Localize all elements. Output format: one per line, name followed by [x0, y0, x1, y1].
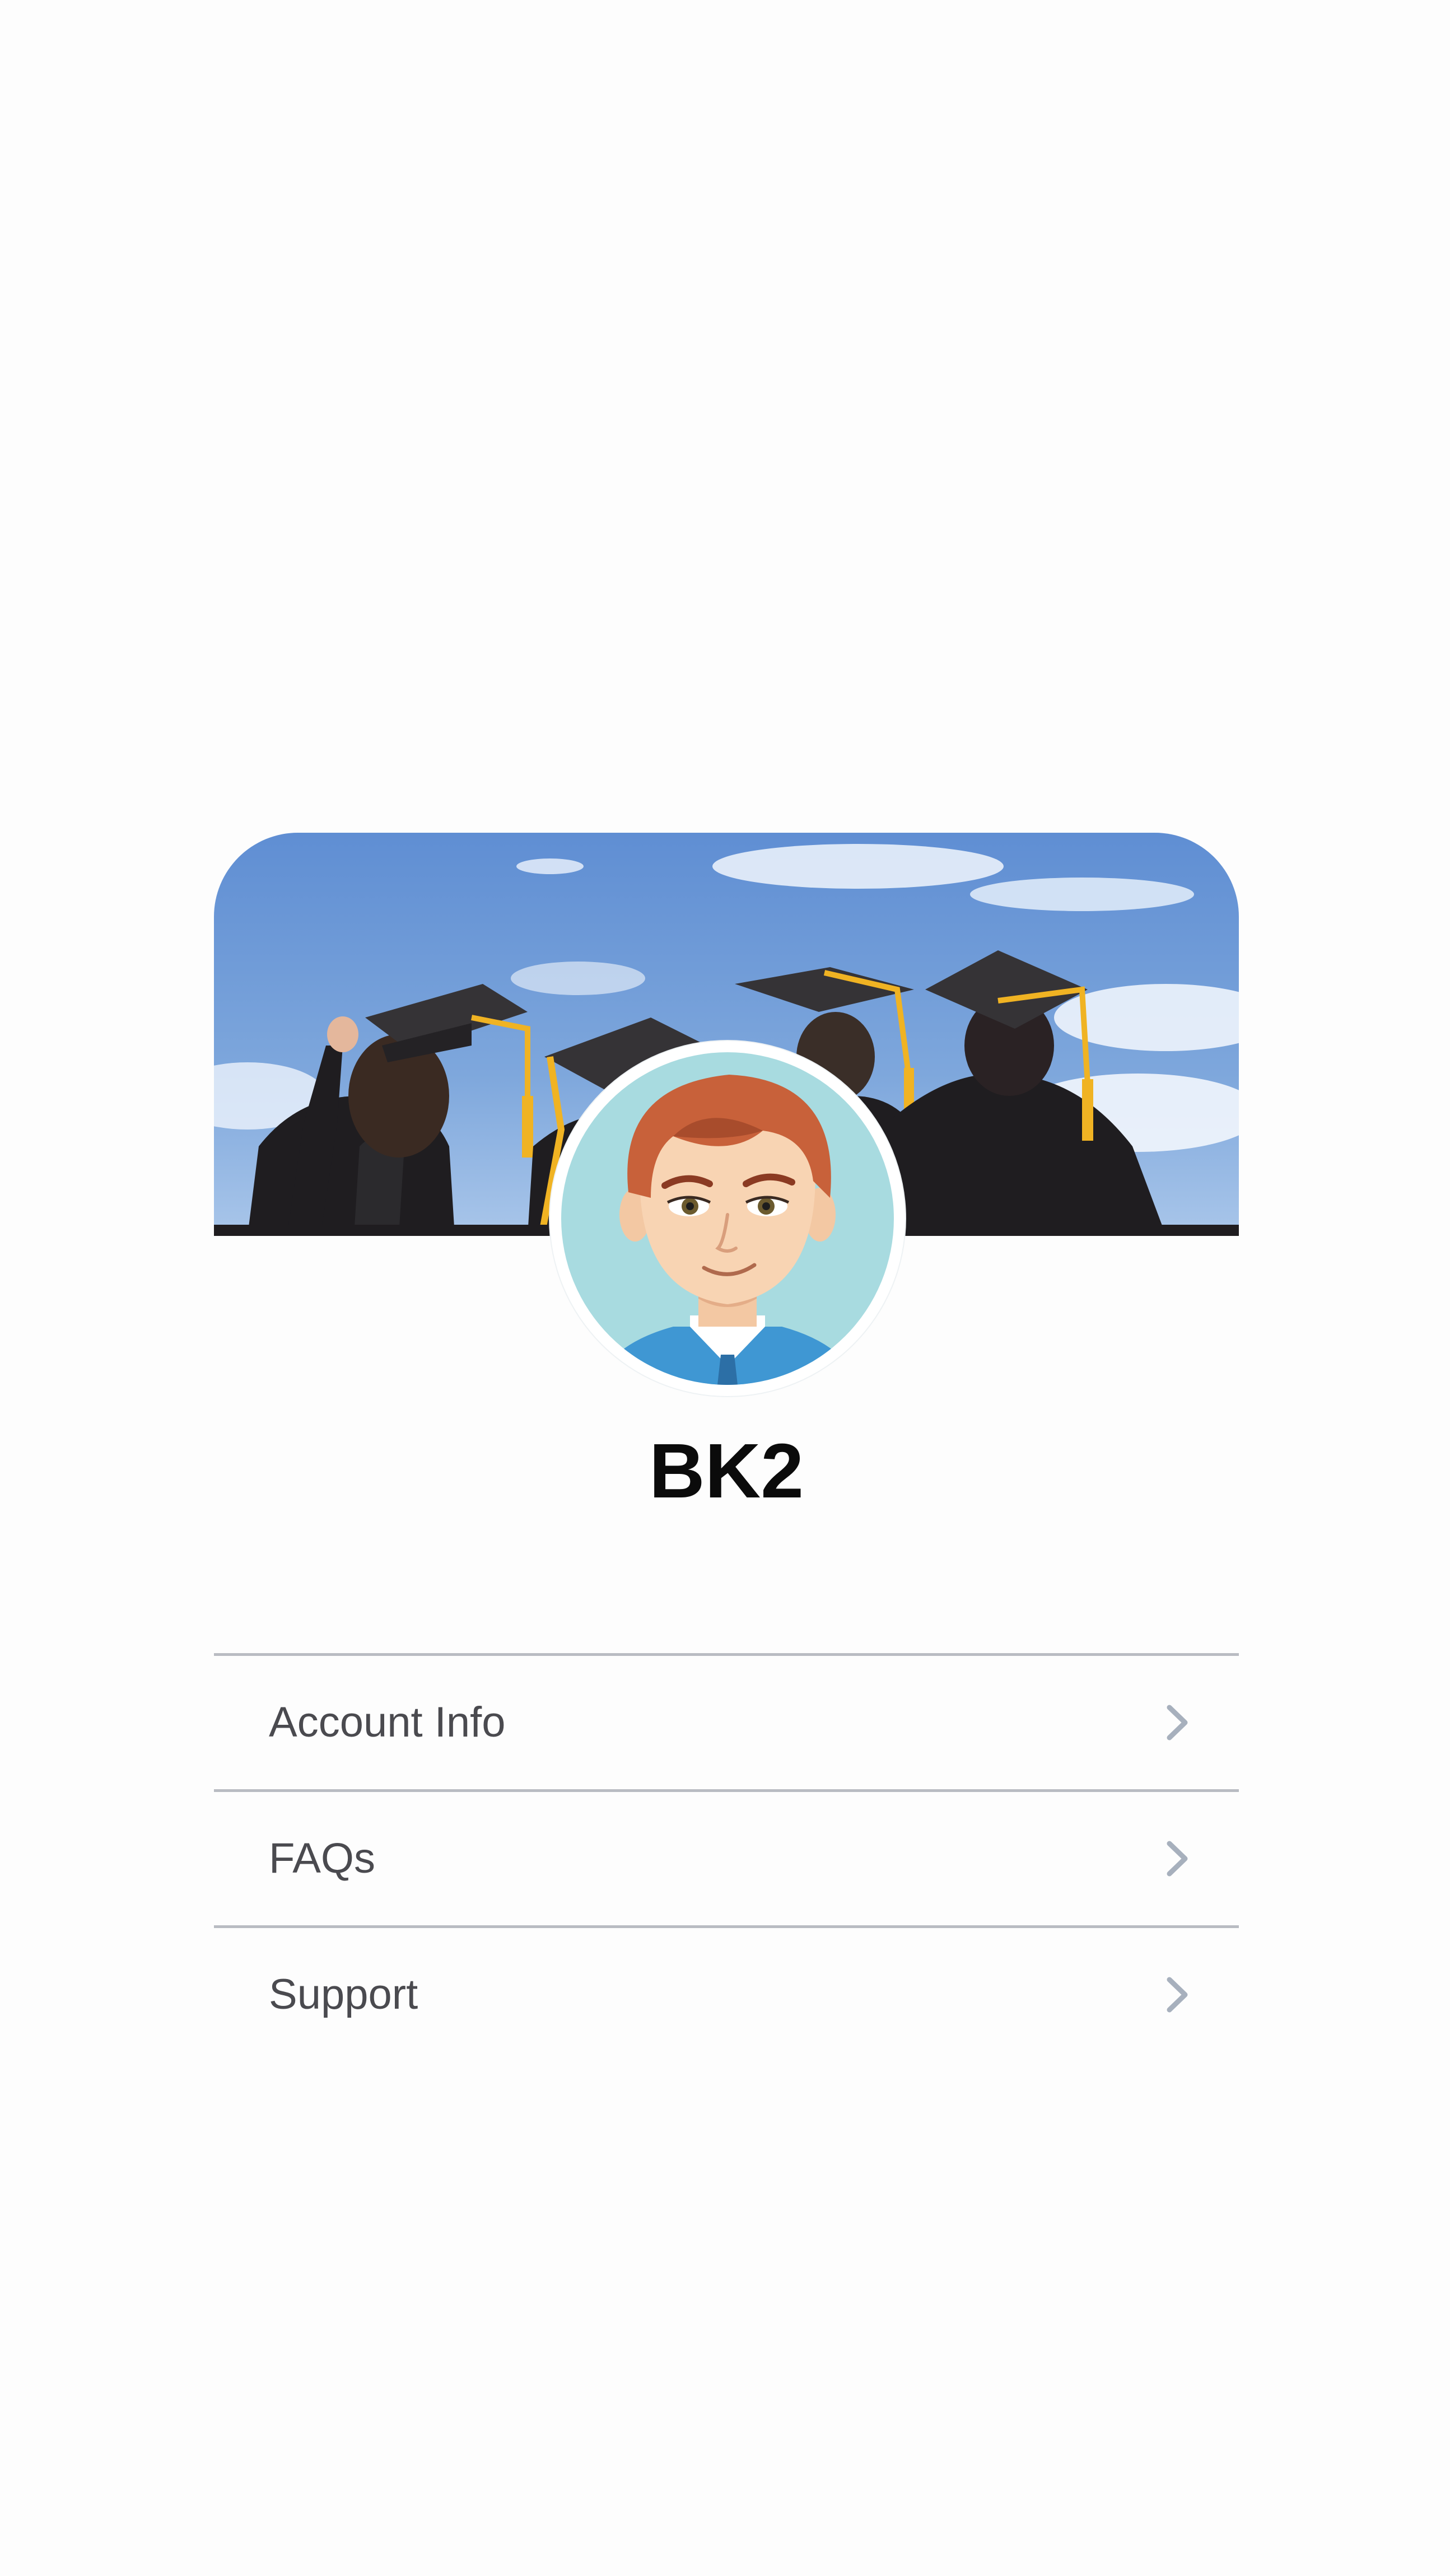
chevron-right-icon [1167, 1841, 1188, 1877]
menu-item-support[interactable]: Support [214, 1925, 1239, 2061]
username: BK2 [649, 1428, 804, 1514]
chevron-right-icon [1167, 1977, 1188, 2013]
cartoon-man-avatar-icon [561, 1052, 894, 1385]
settings-menu: Account Info FAQs Support [214, 1653, 1239, 2061]
menu-item-label: Account Info [269, 1698, 506, 1746]
menu-item-account-info[interactable]: Account Info [214, 1653, 1239, 1789]
chevron-right-icon [1167, 1705, 1188, 1740]
menu-item-label: FAQs [269, 1835, 376, 1882]
menu-item-faqs[interactable]: FAQs [214, 1789, 1239, 1925]
avatar[interactable] [550, 1041, 905, 1396]
menu-item-label: Support [269, 1971, 418, 2018]
